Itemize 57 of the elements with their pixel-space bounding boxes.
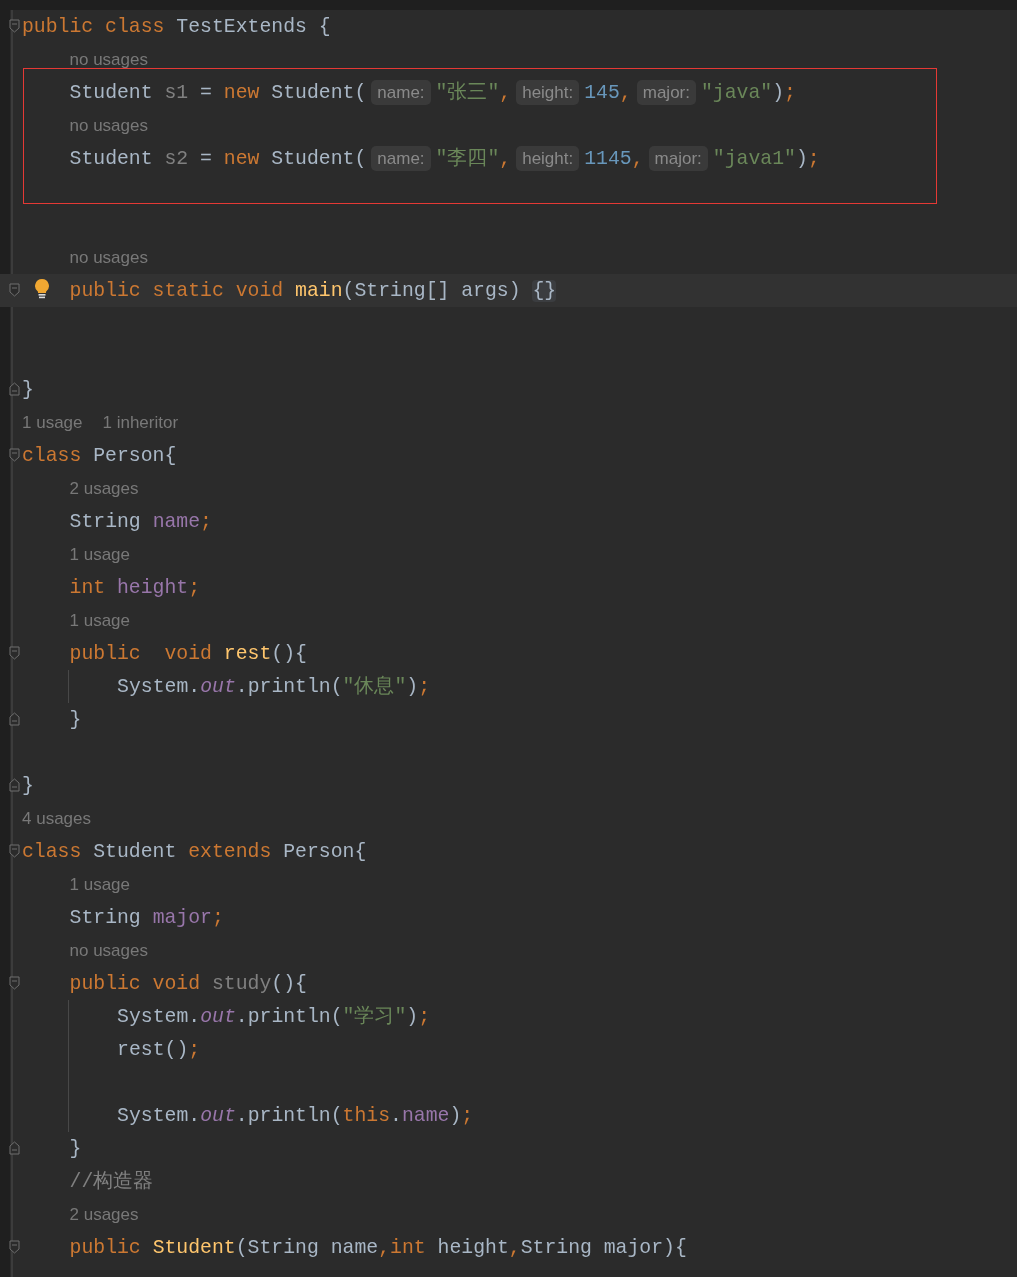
code-line: public class TestExtends {: [22, 15, 331, 38]
code-line: String major;: [69, 906, 224, 929]
parameter-hint: name:: [371, 80, 431, 105]
parameter-hint: height:: [516, 146, 580, 171]
code-line: System.out.println("休息");: [117, 675, 431, 698]
code-line: System.out.println("学习");: [117, 1005, 431, 1028]
parameter-hint: height:: [516, 80, 580, 105]
fold-marker-icon[interactable]: [9, 778, 20, 792]
parameter-hint: major:: [636, 80, 696, 105]
usage-hint: 1 usage: [69, 546, 130, 563]
code-text: Student s2 = new Student(: [69, 147, 367, 170]
code-text: Student s1 = new Student(: [69, 81, 367, 104]
code-text: "张三",: [435, 81, 512, 104]
fold-marker-icon[interactable]: [9, 646, 20, 660]
code-text: "java1");: [712, 147, 820, 170]
lightbulb-icon[interactable]: [34, 278, 50, 300]
code-line: String name;: [69, 510, 212, 533]
usage-hint: 1 usage: [22, 414, 83, 431]
fold-marker-icon[interactable]: [9, 844, 20, 858]
code-line: class Student extends Person{: [22, 840, 367, 863]
usage-hint: 1 inheritor: [102, 414, 179, 431]
code-text: "李四",: [435, 147, 512, 170]
code-line: public static void main(String[] args) {}: [69, 279, 557, 302]
code-text: 145,: [584, 81, 632, 104]
usage-hint: no usages: [69, 51, 148, 68]
fold-marker-icon[interactable]: [9, 976, 20, 990]
code-line: class Person{: [22, 444, 177, 467]
code-line: public void study(){: [69, 972, 307, 995]
code-text: "java");: [700, 81, 796, 104]
usage-hint: 4 usages: [22, 810, 91, 827]
parameter-hint: name:: [371, 146, 431, 171]
usage-hint: no usages: [69, 117, 148, 134]
usage-hint: 1 usage: [69, 612, 130, 629]
code-line: int height;: [69, 576, 201, 599]
fold-marker-icon[interactable]: [9, 283, 20, 297]
code-line: }: [69, 1137, 82, 1160]
usage-hint: 2 usages: [69, 480, 139, 497]
code-line: }: [22, 378, 34, 401]
fold-marker-icon[interactable]: [9, 1141, 20, 1155]
usage-hint: no usages: [69, 249, 148, 266]
code-line: public void rest(){: [69, 642, 307, 665]
code-line: //构造器: [69, 1170, 154, 1193]
code-line: }: [69, 708, 82, 731]
usage-hint: no usages: [69, 942, 148, 959]
code-text: 1145,: [584, 147, 644, 170]
parameter-hint: major:: [648, 146, 708, 171]
usage-hint: 1 usage: [69, 876, 130, 893]
code-line: }: [22, 774, 34, 797]
fold-marker-icon[interactable]: [9, 712, 20, 726]
code-line: System.out.println(this.name);: [117, 1104, 474, 1127]
fold-marker-icon[interactable]: [9, 1240, 20, 1254]
usage-hint: 2 usages: [69, 1206, 139, 1223]
code-line: rest();: [117, 1038, 201, 1061]
fold-marker-icon[interactable]: [9, 19, 20, 33]
code-line: public Student(String name,int height,String major){: [69, 1236, 687, 1259]
fold-marker-icon[interactable]: [9, 448, 20, 462]
fold-marker-icon[interactable]: [9, 382, 20, 396]
